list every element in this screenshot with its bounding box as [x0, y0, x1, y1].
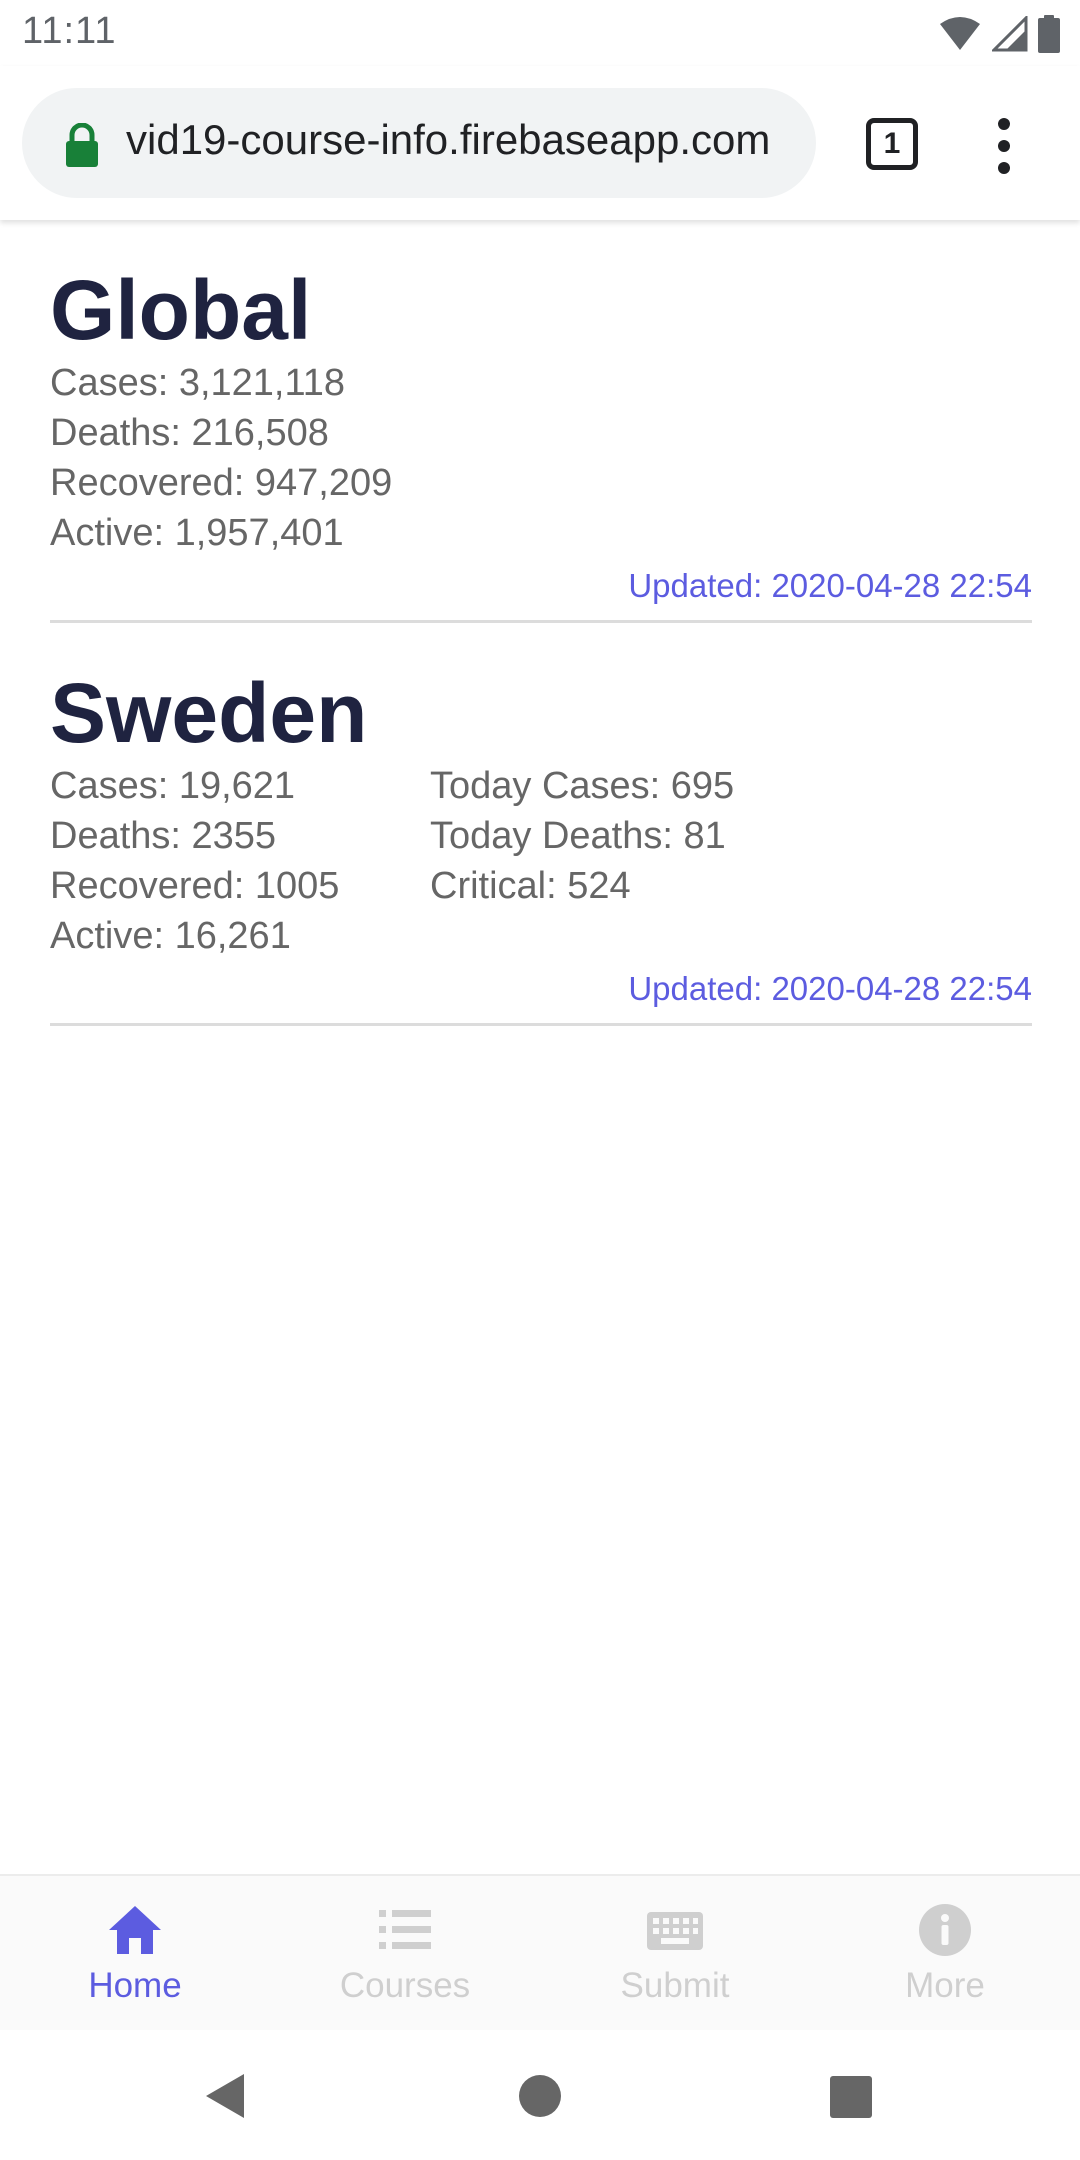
list-icon [379, 1910, 431, 1949]
stats: Cases: 3,121,118 Deaths: 216,508 Recover… [50, 358, 1032, 558]
stat-recovered: Recovered: 947,209 [50, 462, 393, 504]
updated-timestamp: Updated: 2020-04-28 22:54 [628, 970, 1032, 1007]
stat-active: Active: 1,957,401 [50, 512, 344, 554]
stat-cases: Cases: 3,121,118 [50, 362, 346, 404]
nav-more[interactable]: More [810, 1876, 1080, 2030]
stats-left: Cases: 19,621 Deaths: 2355 Recovered: 10… [50, 761, 430, 961]
recents-icon[interactable] [830, 2076, 872, 2118]
url-text: vid19-course-info.firebaseapp.com [126, 116, 771, 163]
nav-label: More [905, 1966, 985, 2005]
section-title: Global [50, 263, 312, 357]
page-content: Global Cases: 3,121,118 Deaths: 216,508 … [50, 220, 1032, 1026]
tab-count: 1 [883, 127, 901, 160]
browser-toolbar: vid19-course-info.firebaseapp.com 1 [0, 66, 1080, 220]
status-bar: 11:11 [0, 0, 1080, 66]
nav-label: Submit [620, 1966, 730, 2005]
status-time: 11:11 [22, 10, 117, 52]
nav-label: Courses [339, 1966, 471, 2005]
keyboard-icon [647, 1912, 703, 1950]
stat-critical: Critical: 524 [430, 865, 631, 907]
updated-timestamp: Updated: 2020-04-28 22:54 [628, 567, 1032, 604]
status-icons [938, 14, 1060, 54]
stats-left: Cases: 3,121,118 Deaths: 216,508 Recover… [50, 358, 430, 558]
bottom-navigation: Home Courses Submit More [0, 1874, 1080, 2032]
info-icon [919, 1904, 971, 1956]
system-navigation-bar [0, 2030, 1080, 2160]
address-bar[interactable]: vid19-course-info.firebaseapp.com [22, 88, 816, 198]
stat-deaths: Deaths: 216,508 [50, 412, 329, 454]
nav-label: Home [88, 1966, 182, 2005]
stat-today-deaths: Today Deaths: 81 [430, 815, 726, 857]
stats-right: Today Cases: 695 Today Deaths: 81 Critic… [430, 761, 810, 961]
nav-home[interactable]: Home [0, 1876, 270, 2030]
wifi-icon [940, 17, 980, 50]
battery-icon [1038, 15, 1060, 53]
stat-active: Active: 16,261 [50, 915, 291, 957]
lock-icon [66, 123, 98, 167]
section-title: Sweden [50, 666, 368, 760]
overflow-menu-icon[interactable] [984, 116, 1024, 176]
cell-signal-icon [992, 16, 1028, 52]
screen: 11:11 vid19-course-info.firebaseapp.com [0, 0, 1080, 2160]
stat-deaths: Deaths: 2355 [50, 815, 277, 857]
stat-today-cases: Today Cases: 695 [430, 765, 735, 807]
nav-submit[interactable]: Submit [540, 1876, 810, 2030]
home-circle-icon[interactable] [518, 2074, 562, 2118]
back-icon[interactable] [204, 2072, 246, 2120]
nav-courses[interactable]: Courses [270, 1876, 540, 2030]
sweden-section: Sweden Cases: 19,621 Deaths: 2355 Recove… [50, 623, 1032, 1026]
stats: Cases: 19,621 Deaths: 2355 Recovered: 10… [50, 761, 1032, 961]
home-icon [109, 1906, 161, 1954]
stat-recovered: Recovered: 1005 [50, 865, 340, 907]
tab-switcher-button[interactable]: 1 [866, 118, 918, 170]
global-section: Global Cases: 3,121,118 Deaths: 216,508 … [50, 220, 1032, 623]
stat-cases: Cases: 19,621 [50, 765, 296, 807]
